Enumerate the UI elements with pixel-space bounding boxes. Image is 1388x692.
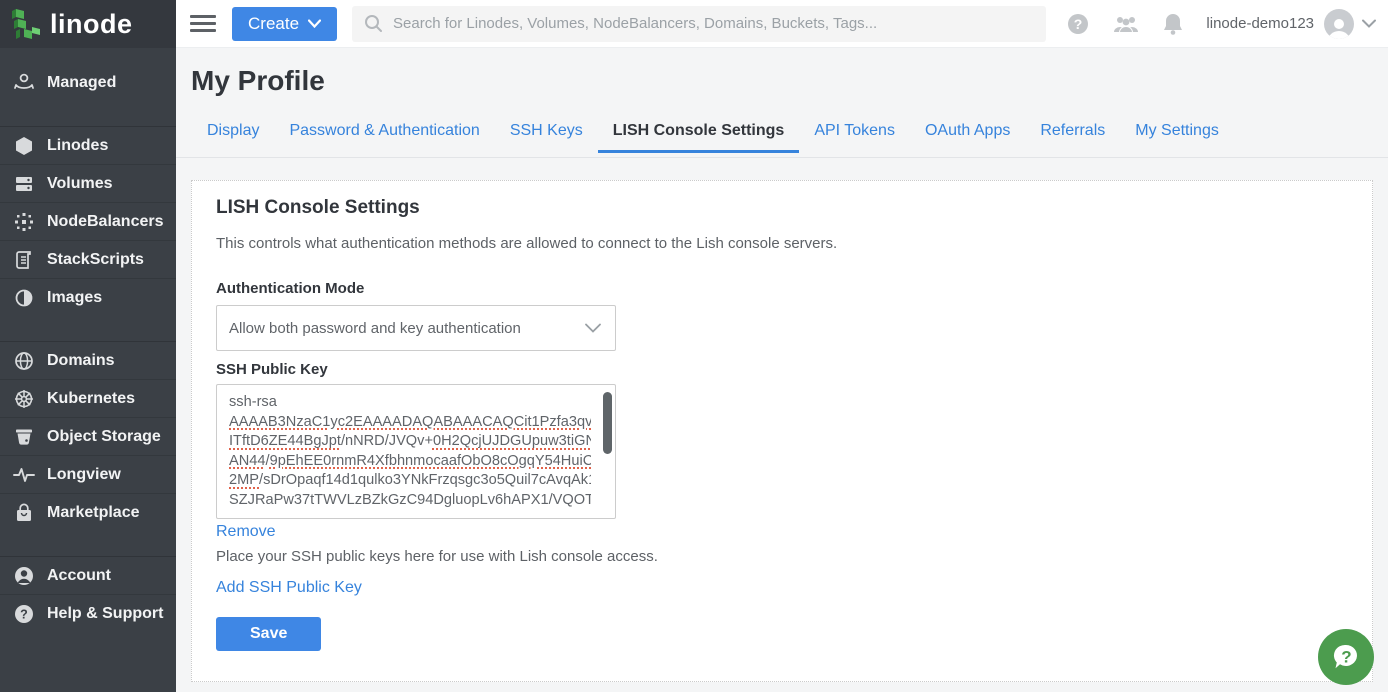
svg-text:?: ? bbox=[1074, 16, 1083, 32]
username[interactable]: linode-demo123 bbox=[1206, 15, 1314, 32]
sidebar-item-help-support[interactable]: ? Help & Support bbox=[0, 595, 176, 633]
help-icon[interactable]: ? bbox=[1066, 12, 1090, 36]
linodes-icon bbox=[13, 135, 35, 157]
sidebar-item-label: Images bbox=[47, 289, 102, 307]
marketplace-icon bbox=[13, 502, 35, 524]
sidebar-item-domains[interactable]: Domains bbox=[0, 342, 176, 380]
managed-icon bbox=[13, 72, 35, 94]
ssh-key-line: AAAAB3NzaC1yc2EAAAADAQABAAACAQCit1Pzfa3q… bbox=[229, 413, 591, 433]
auth-mode-label: Authentication Mode bbox=[216, 280, 1348, 297]
sidebar-group: Domains Kubernetes Object Storage Longview M… bbox=[0, 341, 176, 532]
ssh-key-label: SSH Public Key bbox=[216, 361, 1348, 378]
search-icon bbox=[364, 14, 383, 33]
linode-cubes-icon bbox=[10, 7, 42, 41]
sidebar-item-label: Account bbox=[47, 567, 111, 585]
sidebar-item-label: Kubernetes bbox=[47, 390, 135, 408]
sidebar-item-longview[interactable]: Longview bbox=[0, 456, 176, 494]
help-icon: ? bbox=[13, 603, 35, 625]
notifications-icon[interactable] bbox=[1162, 12, 1184, 36]
remove-ssh-key-link[interactable]: Remove bbox=[216, 523, 276, 541]
topbar: Create ? linode-demo123 bbox=[176, 0, 1388, 48]
sidebar-item-label: Domains bbox=[47, 352, 115, 370]
ssh-key-line: ssh-rsa bbox=[229, 393, 591, 413]
create-button[interactable]: Create bbox=[232, 7, 337, 41]
chevron-down-icon bbox=[308, 19, 321, 28]
community-icon[interactable] bbox=[1112, 13, 1140, 35]
sidebar-item-label: NodeBalancers bbox=[47, 213, 164, 231]
menu-icon[interactable] bbox=[190, 11, 216, 36]
sidebar-item-label: Linodes bbox=[47, 137, 108, 155]
main-content: My Profile Display Password & Authenticat… bbox=[176, 48, 1388, 692]
sidebar-group: Account? Help & Support bbox=[0, 556, 176, 633]
stackscripts-icon bbox=[13, 249, 35, 271]
ssh-key-line: 2MP/sDrOpaqf14d1qulko3YNkFrzqsgc3o5Quil7… bbox=[229, 471, 591, 491]
tab-oauth-apps[interactable]: OAuth Apps bbox=[925, 122, 1010, 153]
chevron-down-icon bbox=[585, 323, 601, 333]
sidebar-item-images[interactable]: Images bbox=[0, 279, 176, 317]
tab-lish-console-settings[interactable]: LISH Console Settings bbox=[598, 122, 800, 153]
sidebar-item-nodebalancers[interactable]: NodeBalancers bbox=[0, 203, 176, 241]
page-title: My Profile bbox=[176, 48, 1388, 98]
add-ssh-public-key-link[interactable]: Add SSH Public Key bbox=[216, 579, 362, 597]
sidebar-item-label: Marketplace bbox=[47, 504, 140, 522]
tab-my-settings[interactable]: My Settings bbox=[1135, 122, 1219, 153]
ssh-public-key-textarea[interactable]: ssh-rsaAAAAB3NzaC1yc2EAAAADAQABAAACAQCit… bbox=[216, 384, 616, 519]
account-icon bbox=[13, 565, 35, 587]
svg-text:?: ? bbox=[20, 608, 28, 622]
sidebar-item-label: Longview bbox=[47, 466, 121, 484]
tab-password-authentication[interactable]: Password & Authentication bbox=[289, 122, 479, 153]
logo-text: linode bbox=[50, 9, 133, 40]
panel-title: LISH Console Settings bbox=[216, 197, 1348, 219]
ssh-key-line: SZJRaPw37tTWVLzBZkGzC94DgluopLv6hAPX1/VQ… bbox=[229, 491, 591, 511]
tab-ssh-keys[interactable]: SSH Keys bbox=[510, 122, 583, 153]
sidebar-item-label: Help & Support bbox=[47, 605, 163, 623]
chevron-down-icon[interactable] bbox=[1362, 15, 1376, 33]
create-button-label: Create bbox=[248, 14, 299, 34]
panel-description: This controls what authentication method… bbox=[216, 235, 1348, 252]
sidebar-group: Managed bbox=[0, 64, 176, 102]
sidebar-nav: Managed Linodes Volumes NodeBalancers StackS… bbox=[0, 48, 176, 633]
images-icon bbox=[13, 287, 35, 309]
profile-tabs: Display Password & Authentication SSH Keys… bbox=[176, 122, 1388, 158]
sidebar-item-marketplace[interactable]: Marketplace bbox=[0, 494, 176, 532]
tab-display[interactable]: Display bbox=[207, 122, 259, 153]
sidebar-item-label: StackScripts bbox=[47, 251, 144, 269]
kubernetes-icon bbox=[13, 388, 35, 410]
sidebar-item-account[interactable]: Account bbox=[0, 557, 176, 595]
sidebar-item-label: Volumes bbox=[47, 175, 113, 193]
help-chat-icon: ? bbox=[1329, 640, 1363, 674]
ssh-key-helper-text: Place your SSH public keys here for use … bbox=[216, 548, 1348, 565]
sidebar-item-kubernetes[interactable]: Kubernetes bbox=[0, 380, 176, 418]
tab-referrals[interactable]: Referrals bbox=[1040, 122, 1105, 153]
sidebar-item-label: Managed bbox=[47, 74, 116, 92]
logo[interactable]: linode bbox=[0, 0, 176, 48]
help-chat-button[interactable]: ? bbox=[1318, 629, 1374, 685]
longview-icon bbox=[13, 464, 35, 486]
sidebar-item-label: Object Storage bbox=[47, 428, 161, 446]
object-storage-icon bbox=[13, 426, 35, 448]
ssh-key-line: ITftD6ZE44BgJpt/nNRD/JVQv+0H2QcjUJDGUpuw… bbox=[229, 432, 591, 452]
nodebalancers-icon bbox=[13, 211, 35, 233]
sidebar-item-object-storage[interactable]: Object Storage bbox=[0, 418, 176, 456]
sidebar-group: Linodes Volumes NodeBalancers StackScripts I… bbox=[0, 126, 176, 317]
volumes-icon bbox=[13, 173, 35, 195]
sidebar-item-managed[interactable]: Managed bbox=[0, 64, 176, 102]
tab-api-tokens[interactable]: API Tokens bbox=[814, 122, 895, 153]
domains-icon bbox=[13, 350, 35, 372]
search-bar[interactable] bbox=[352, 6, 1046, 42]
auth-mode-select[interactable]: Allow both password and key authenticati… bbox=[216, 305, 616, 351]
sidebar-item-volumes[interactable]: Volumes bbox=[0, 165, 176, 203]
svg-text:?: ? bbox=[1341, 648, 1351, 667]
ssh-key-line: AN44/9pEhEE0rnmR4XfbhnmocaafObO8cOgqY54H… bbox=[229, 452, 591, 472]
lish-console-settings-panel: LISH Console Settings This controls what… bbox=[191, 180, 1373, 682]
textarea-scrollbar[interactable] bbox=[603, 392, 612, 454]
avatar[interactable] bbox=[1324, 9, 1354, 39]
sidebar-item-stackscripts[interactable]: StackScripts bbox=[0, 241, 176, 279]
save-button[interactable]: Save bbox=[216, 617, 321, 651]
sidebar: linode Managed Linodes Volumes NodeBalancer… bbox=[0, 0, 176, 692]
search-input[interactable] bbox=[393, 15, 1034, 32]
auth-mode-value: Allow both password and key authenticati… bbox=[229, 320, 585, 337]
sidebar-item-linodes[interactable]: Linodes bbox=[0, 127, 176, 165]
